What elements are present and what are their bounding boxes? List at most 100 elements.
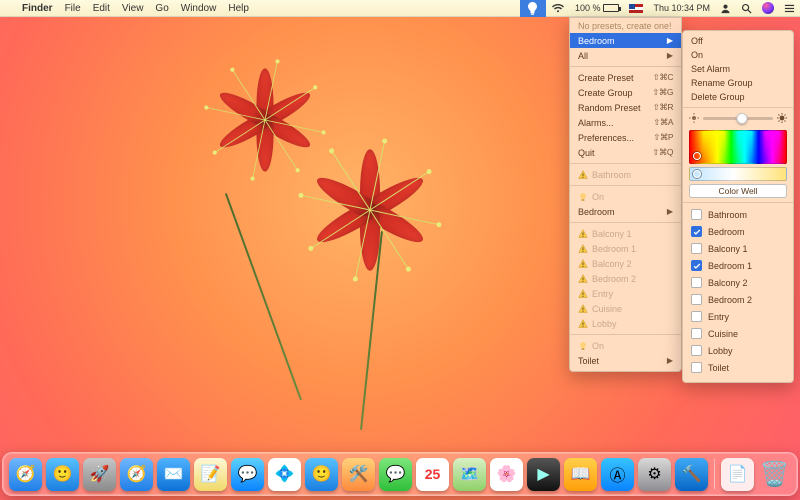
checkbox[interactable] (691, 328, 702, 339)
wifi-icon[interactable] (546, 3, 570, 13)
color-temperature-picker[interactable] (689, 167, 787, 181)
room-checkbox-row[interactable]: Bathroom (683, 206, 793, 223)
menubar-lamp-icon[interactable] (520, 0, 546, 17)
room-checkbox-row[interactable]: Lobby (683, 342, 793, 359)
menu-hint-text: No presets, create one! (570, 18, 681, 33)
dock-messages-icon[interactable]: 💬 (379, 458, 412, 491)
menu-item-alarms[interactable]: Alarms...⇧⌘A (570, 115, 681, 130)
menu-item-create-preset[interactable]: Create Preset⇧⌘C (570, 70, 681, 85)
menu-window[interactable]: Window (175, 3, 223, 14)
dock-separator (714, 459, 715, 489)
dock-messages-blue-icon[interactable]: 💬 (231, 458, 264, 491)
menu-item-all[interactable]: All ▶ (570, 48, 681, 63)
dock-maps-icon[interactable]: 🗺️ (453, 458, 486, 491)
dock-books-icon[interactable]: 📖 (564, 458, 597, 491)
dock-safari-2-icon[interactable]: 🧭 (120, 458, 153, 491)
slider-thumb[interactable] (736, 113, 747, 124)
menu-item-label: Random Preset (578, 103, 653, 113)
room-checkbox-row[interactable]: Bedroom 1 (683, 257, 793, 274)
menu-shortcut: ⇧⌘Q (652, 147, 673, 158)
submenu-arrow-icon: ▶ (667, 207, 673, 216)
dock-launchpad-icon[interactable]: 🚀 (83, 458, 116, 491)
menu-item-room[interactable]: Bedroom 1 (570, 241, 681, 256)
room-checkbox-row[interactable]: Entry (683, 308, 793, 325)
checkbox[interactable] (691, 311, 702, 322)
menu-item-bedroom-sub[interactable]: Bedroom ▶ (570, 204, 681, 219)
checkbox[interactable] (691, 345, 702, 356)
dock-xcode-icon[interactable]: 🔨 (675, 458, 708, 491)
dock-calendar-tool-icon[interactable]: 🛠️ (342, 458, 375, 491)
checkbox[interactable] (691, 277, 702, 288)
menu-item-label: Alarms... (578, 118, 653, 128)
menu-shortcut: ⇧⌘P (653, 132, 673, 143)
dock-safari-icon[interactable]: 🧭 (9, 458, 42, 491)
menu-separator (570, 163, 681, 164)
dock-quicktime-icon[interactable]: ▶︎ (527, 458, 560, 491)
dock-finder-icon[interactable]: 🙂 (46, 458, 79, 491)
battery-status[interactable]: 100 % (570, 3, 625, 13)
menu-item-random-preset[interactable]: Random Preset⇧⌘R (570, 100, 681, 115)
menubar-clock[interactable]: Thu 10:34 PM (648, 3, 715, 13)
dock-trash-icon[interactable]: 🗑️ (758, 458, 791, 491)
room-checkbox-row[interactable]: Bedroom 2 (683, 291, 793, 308)
siri-icon[interactable] (757, 2, 779, 14)
checkbox[interactable] (691, 362, 702, 373)
submenu-arrow-icon: ▶ (667, 356, 673, 365)
room-checkbox-row[interactable]: Balcony 1 (683, 240, 793, 257)
menu-item-toilet-sub[interactable]: Toilet ▶ (570, 353, 681, 368)
dock-finder-2-icon[interactable]: 🙂 (305, 458, 338, 491)
menu-item-room[interactable]: Bedroom 2 (570, 271, 681, 286)
menu-item-preferences[interactable]: Preferences...⇧⌘P (570, 130, 681, 145)
menu-help[interactable]: Help (222, 3, 255, 14)
submenu-item-on[interactable]: On (683, 48, 793, 62)
checkbox[interactable] (691, 226, 702, 237)
dock-slack-icon[interactable]: 💠 (268, 458, 301, 491)
color-well-button[interactable]: Color Well (689, 184, 787, 198)
dock-settings-icon[interactable]: ⚙︎ (638, 458, 671, 491)
dock-document-icon[interactable]: 📄 (721, 458, 754, 491)
spotlight-icon[interactable] (736, 3, 757, 14)
dock-mail-icon[interactable]: ✉️ (157, 458, 190, 491)
menu-item-room[interactable]: Lobby (570, 316, 681, 331)
room-checkbox-row[interactable]: Toilet (683, 359, 793, 376)
menu-item-room[interactable]: Bathroom (570, 167, 681, 182)
menu-edit[interactable]: Edit (87, 3, 116, 14)
room-checkbox-row[interactable]: Bedroom (683, 223, 793, 240)
dock-photos-icon[interactable]: 🌸 (490, 458, 523, 491)
menu-item-create-group[interactable]: Create Group⇧⌘G (570, 85, 681, 100)
user-icon[interactable] (715, 3, 736, 14)
submenu-item-rename-group[interactable]: Rename Group (683, 76, 793, 90)
menu-item-label: Bedroom 1 (592, 244, 673, 254)
brightness-slider[interactable] (703, 117, 773, 120)
checkbox[interactable] (691, 243, 702, 254)
menu-item-room[interactable]: Balcony 1 (570, 226, 681, 241)
submenu-item-set-alarm[interactable]: Set Alarm (683, 62, 793, 76)
submenu-item-delete-group[interactable]: Delete Group (683, 90, 793, 104)
room-checkbox-row[interactable]: Cuisine (683, 325, 793, 342)
checkbox[interactable] (691, 294, 702, 305)
color-hue-picker[interactable] (689, 130, 787, 164)
dock-calendar-icon[interactable]: 25 (416, 458, 449, 491)
notification-center-icon[interactable] (779, 3, 800, 14)
app-menu[interactable]: Finder (16, 3, 59, 14)
menu-shortcut: ⇧⌘R (653, 102, 673, 113)
menu-item-quit[interactable]: Quit⇧⌘Q (570, 145, 681, 160)
menu-go[interactable]: Go (149, 3, 174, 14)
submenu-item-off[interactable]: Off (683, 34, 793, 48)
menu-item-room[interactable]: Entry (570, 286, 681, 301)
dock-appstore-icon[interactable]: Ⓐ (601, 458, 634, 491)
wallpaper-flower (214, 69, 316, 171)
dock-notes-icon[interactable]: 📝 (194, 458, 227, 491)
input-source-icon[interactable] (624, 4, 648, 13)
checkbox[interactable] (691, 260, 702, 271)
menu-view[interactable]: View (116, 3, 150, 14)
menu-item-room[interactable]: Balcony 2 (570, 256, 681, 271)
menu-item-bedroom[interactable]: Bedroom ▶ (570, 33, 681, 48)
checkbox[interactable] (691, 209, 702, 220)
submenu-arrow-icon: ▶ (667, 51, 673, 60)
room-checkbox-row[interactable]: Balcony 2 (683, 274, 793, 291)
checkbox-label: Balcony 1 (708, 244, 748, 254)
menu-file[interactable]: File (59, 3, 87, 14)
menu-item-label: Toilet (578, 356, 667, 366)
menu-item-room[interactable]: Cuisine (570, 301, 681, 316)
